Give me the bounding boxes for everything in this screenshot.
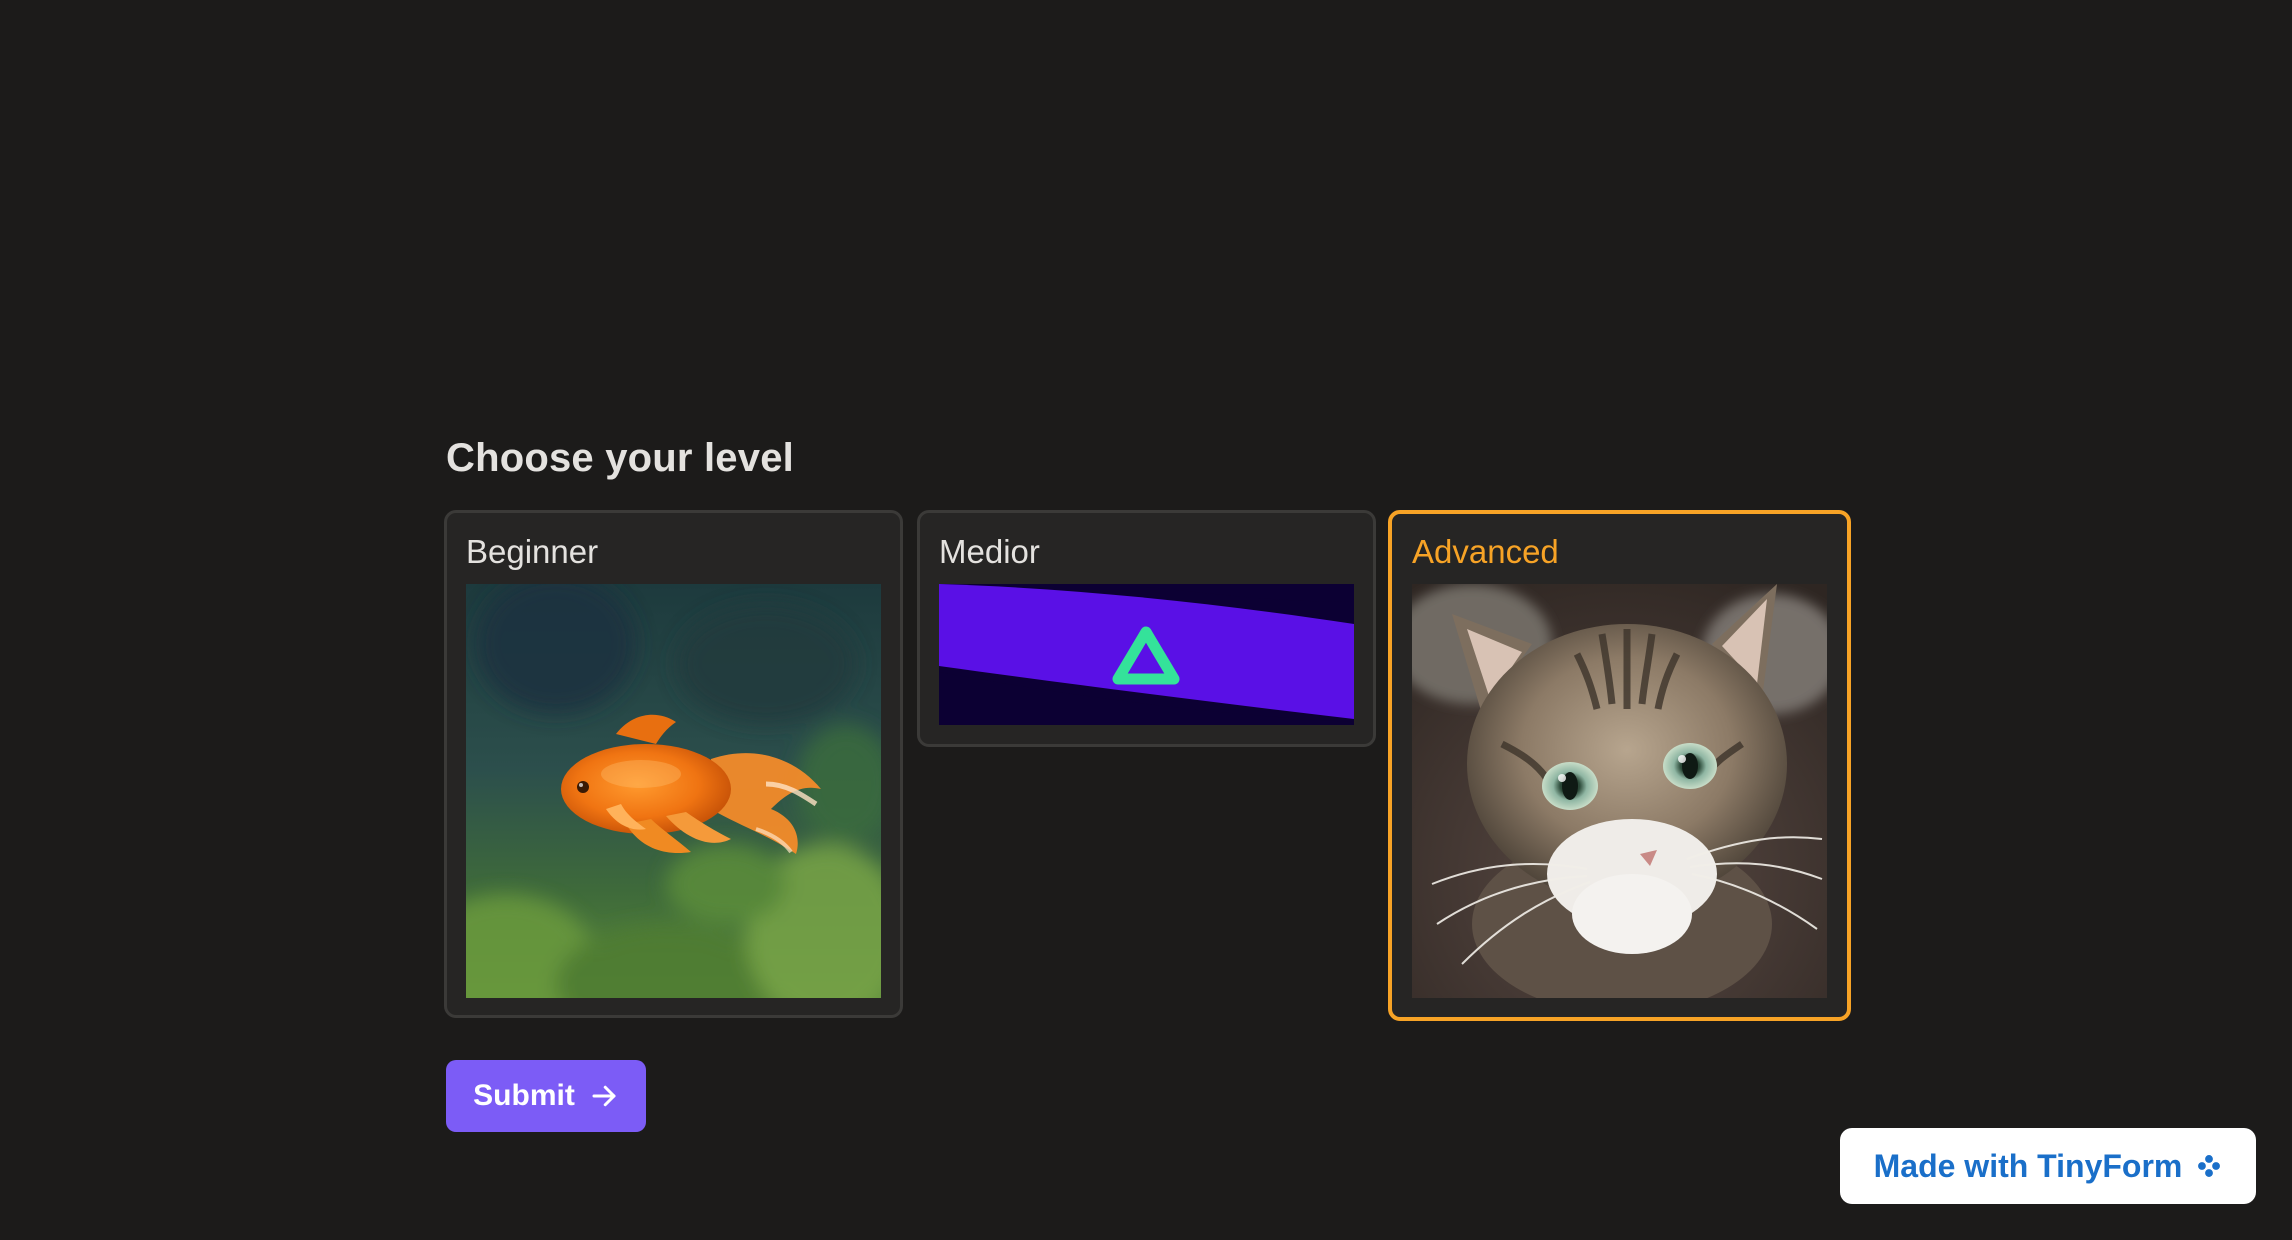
choice-label-advanced: Advanced <box>1412 533 1559 570</box>
cat-image <box>1412 584 1827 998</box>
made-with-tinyform-badge[interactable]: Made with TinyForm <box>1840 1128 2256 1204</box>
medior-logo-image <box>939 584 1354 725</box>
branding-label: Made with TinyForm <box>1873 1147 2183 1184</box>
tinyform-flower-icon <box>2198 1155 2221 1177</box>
question-title: Choose your level <box>446 436 794 480</box>
choice-label-medior: Medior <box>939 533 1040 570</box>
submit-button[interactable]: Submit <box>446 1060 646 1132</box>
submit-label: Submit <box>473 1079 575 1112</box>
choice-card-medior[interactable]: Medior <box>917 510 1376 747</box>
goldfish-image <box>466 584 881 998</box>
arrow-right-icon <box>592 1085 616 1107</box>
form-page: Choose your level Beginner Medior Advanc… <box>0 0 2292 1240</box>
choice-card-advanced[interactable]: Advanced <box>1388 510 1851 1021</box>
choice-label-beginner: Beginner <box>466 533 599 570</box>
choice-card-beginner[interactable]: Beginner <box>444 510 903 1018</box>
